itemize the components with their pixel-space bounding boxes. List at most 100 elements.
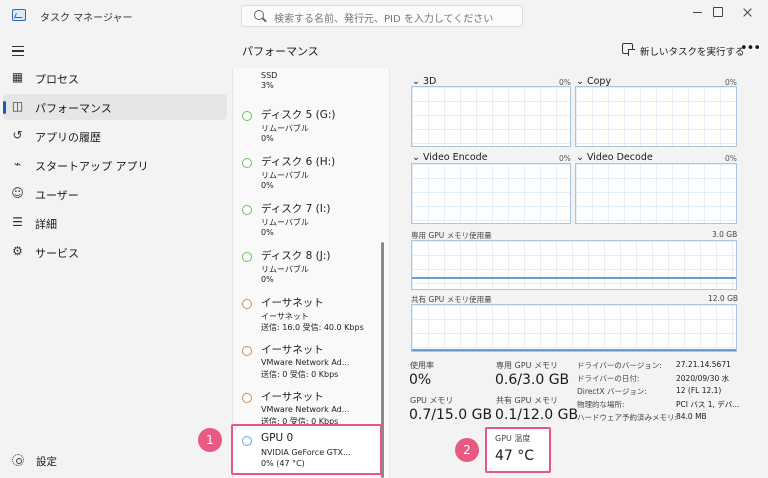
search-placeholder: 検索する名前、発行元、PID を入力してください [274,14,494,25]
app-history-icon: ↺ [12,128,23,142]
graph-video-encode [411,163,571,224]
close-button[interactable] [728,0,768,26]
graph-video-encode-pct: 0% [559,154,571,163]
search-input[interactable]: 検索する名前、発行元、PID を入力してください [241,5,523,27]
details-icon: ☰ [12,215,23,229]
graph-video-decode [575,163,737,224]
device-item-disk-8[interactable]: ディスク 8 (J:) リムーバブル 0% [233,246,383,292]
ethernet-status-icon [242,393,252,403]
performance-icon: ◫ [11,99,24,113]
more-options-icon[interactable]: ••• [740,41,761,56]
utilization-value: 0% [409,372,432,388]
device-name: ディスク 7 (I:) [261,203,331,215]
services-icon: ⚙ [12,244,23,258]
gpu-temperature-label: GPU 温度 [495,434,531,443]
device-value: 0% [261,181,274,190]
device-name: イーサネット [261,297,324,309]
driver-date-value: 2020/09/30 水 [676,374,730,383]
new-task-icon [622,43,635,56]
driver-date-label: ドライバーの日付: [577,374,640,383]
graph-copy-pct: 0% [725,78,737,87]
graph-3d-pct: 0% [559,78,571,87]
device-name: ディスク 5 (G:) [261,109,336,121]
disk-status-icon [242,252,252,262]
device-subtitle: イーサネット [261,312,309,321]
window-title: タスク マネージャー [40,13,133,24]
device-value: 送信: 0 受信: 0 Kbps [261,370,339,379]
search-icon [254,10,264,20]
device-subtitle: リムーバブル [261,218,309,227]
sidebar-item-performance[interactable]: ◫ パフォーマンス [3,94,227,120]
device-name: ディスク 6 (H:) [261,156,336,168]
graph-3d [411,86,571,147]
sidebar-item-label: ユーザー [35,189,79,202]
sidebar-item-label: プロセス [35,73,79,86]
device-item-disk-6[interactable]: ディスク 6 (H:) リムーバブル 0% [233,152,383,198]
sidebar-item-details[interactable]: ☰ 詳細 [3,210,227,236]
graph-copy [575,86,737,147]
ethernet-status-icon [242,299,252,309]
device-item-ethernet-2[interactable]: イーサネット VMware Network Ad... 送信: 0 受信: 0 … [233,340,383,386]
gpu-memory-label: GPU メモリ [410,396,454,405]
processes-icon: ▦ [11,70,24,84]
shared-memory-max: 12.0 GB [708,294,739,303]
disk-status-icon [242,205,252,215]
reserved-memory-label: ハードウェア予約済みメモリ: [577,413,678,422]
graph-video-decode-pct: 0% [725,154,737,163]
directx-version-value: 12 (FL 12.1) [676,386,722,395]
device-subtitle: VMware Network Ad... [261,358,350,367]
gpu-temperature-value: 47 °C [495,448,535,464]
sidebar-item-services[interactable]: ⚙ サービス [3,239,227,265]
engine-label: Video Encode [422,152,488,163]
disk-status-icon [242,111,252,121]
startup-icon: ⌁ [13,157,22,171]
device-subtitle: VMware Network Ad... [261,405,350,414]
ethernet-status-icon [242,346,252,356]
sidebar-item-label: スタートアップ アプリ [35,160,149,173]
device-value: 0% [261,228,274,237]
dedicated-gpu-memory-value: 0.6/3.0 GB [495,372,570,388]
gear-icon [12,454,24,466]
graph-video-encode-label[interactable]: ⌄ Video Encode [412,152,488,163]
disk-status-icon [242,158,252,168]
graph-copy-label[interactable]: ⌄ Copy [576,76,611,87]
sidebar-item-users[interactable]: ☺ ユーザー [3,181,227,207]
annotation-marker-1: 1 [198,428,222,452]
page-header: パフォーマンス 新しいタスクを実行する ••• [232,32,768,68]
device-value: 0% [261,275,274,284]
device-value: 0% [261,134,274,143]
engine-label: Copy [586,76,612,87]
sidebar-item-startup-apps[interactable]: ⌁ スタートアップ アプリ [3,152,227,178]
list-item-partial-name: SSD [261,71,278,80]
graph-video-decode-label[interactable]: ⌄ Video Decode [576,152,653,163]
device-list[interactable]: SSD 3% ディスク 5 (G:) リムーバブル 0% ディスク 6 (H:)… [232,68,390,478]
users-icon: ☺ [11,186,24,200]
hamburger-menu-icon[interactable] [12,46,24,56]
device-subtitle: リムーバブル [261,171,309,180]
shared-gpu-memory-value: 0.1/12.0 GB [495,407,579,423]
device-item-ethernet-1[interactable]: イーサネット イーサネット 送信: 16.0 受信: 40.0 Kbps [233,293,383,339]
graph-3d-label[interactable]: ⌄ 3D [412,76,436,87]
shared-memory-graph [411,304,737,352]
directx-version-label: DirectX バージョン: [577,387,647,396]
gpu-highlight-box [231,424,382,475]
list-item-partial-value: 3% [261,81,274,90]
sidebar-item-label: 詳細 [35,218,57,231]
device-item-disk-7[interactable]: ディスク 7 (I:) リムーバブル 0% [233,199,383,245]
driver-version-label: ドライバーのバージョン: [577,361,662,370]
sidebar-item-processes[interactable]: ▦ プロセス [3,65,227,91]
annotation-marker-2: 2 [455,438,479,462]
device-subtitle: リムーバブル [261,124,309,133]
physical-location-label: 物理的な場所: [577,400,625,409]
device-value: 送信: 16.0 受信: 40.0 Kbps [261,323,364,332]
sidebar-item-app-history[interactable]: ↺ アプリの履歴 [3,123,227,149]
page-title: パフォーマンス [242,45,319,58]
gpu-memory-value: 0.7/15.0 GB [409,407,493,423]
reserved-memory-value: 84.0 MB [676,412,707,421]
shared-gpu-memory-label: 共有 GPU メモリ [496,396,558,405]
device-name: イーサネット [261,391,324,403]
driver-version-value: 27.21.14.5671 [676,360,731,369]
device-list-scrollbar[interactable] [381,70,385,478]
task-manager-icon [12,9,26,21]
device-item-disk-5[interactable]: ディスク 5 (G:) リムーバブル 0% [233,105,383,151]
